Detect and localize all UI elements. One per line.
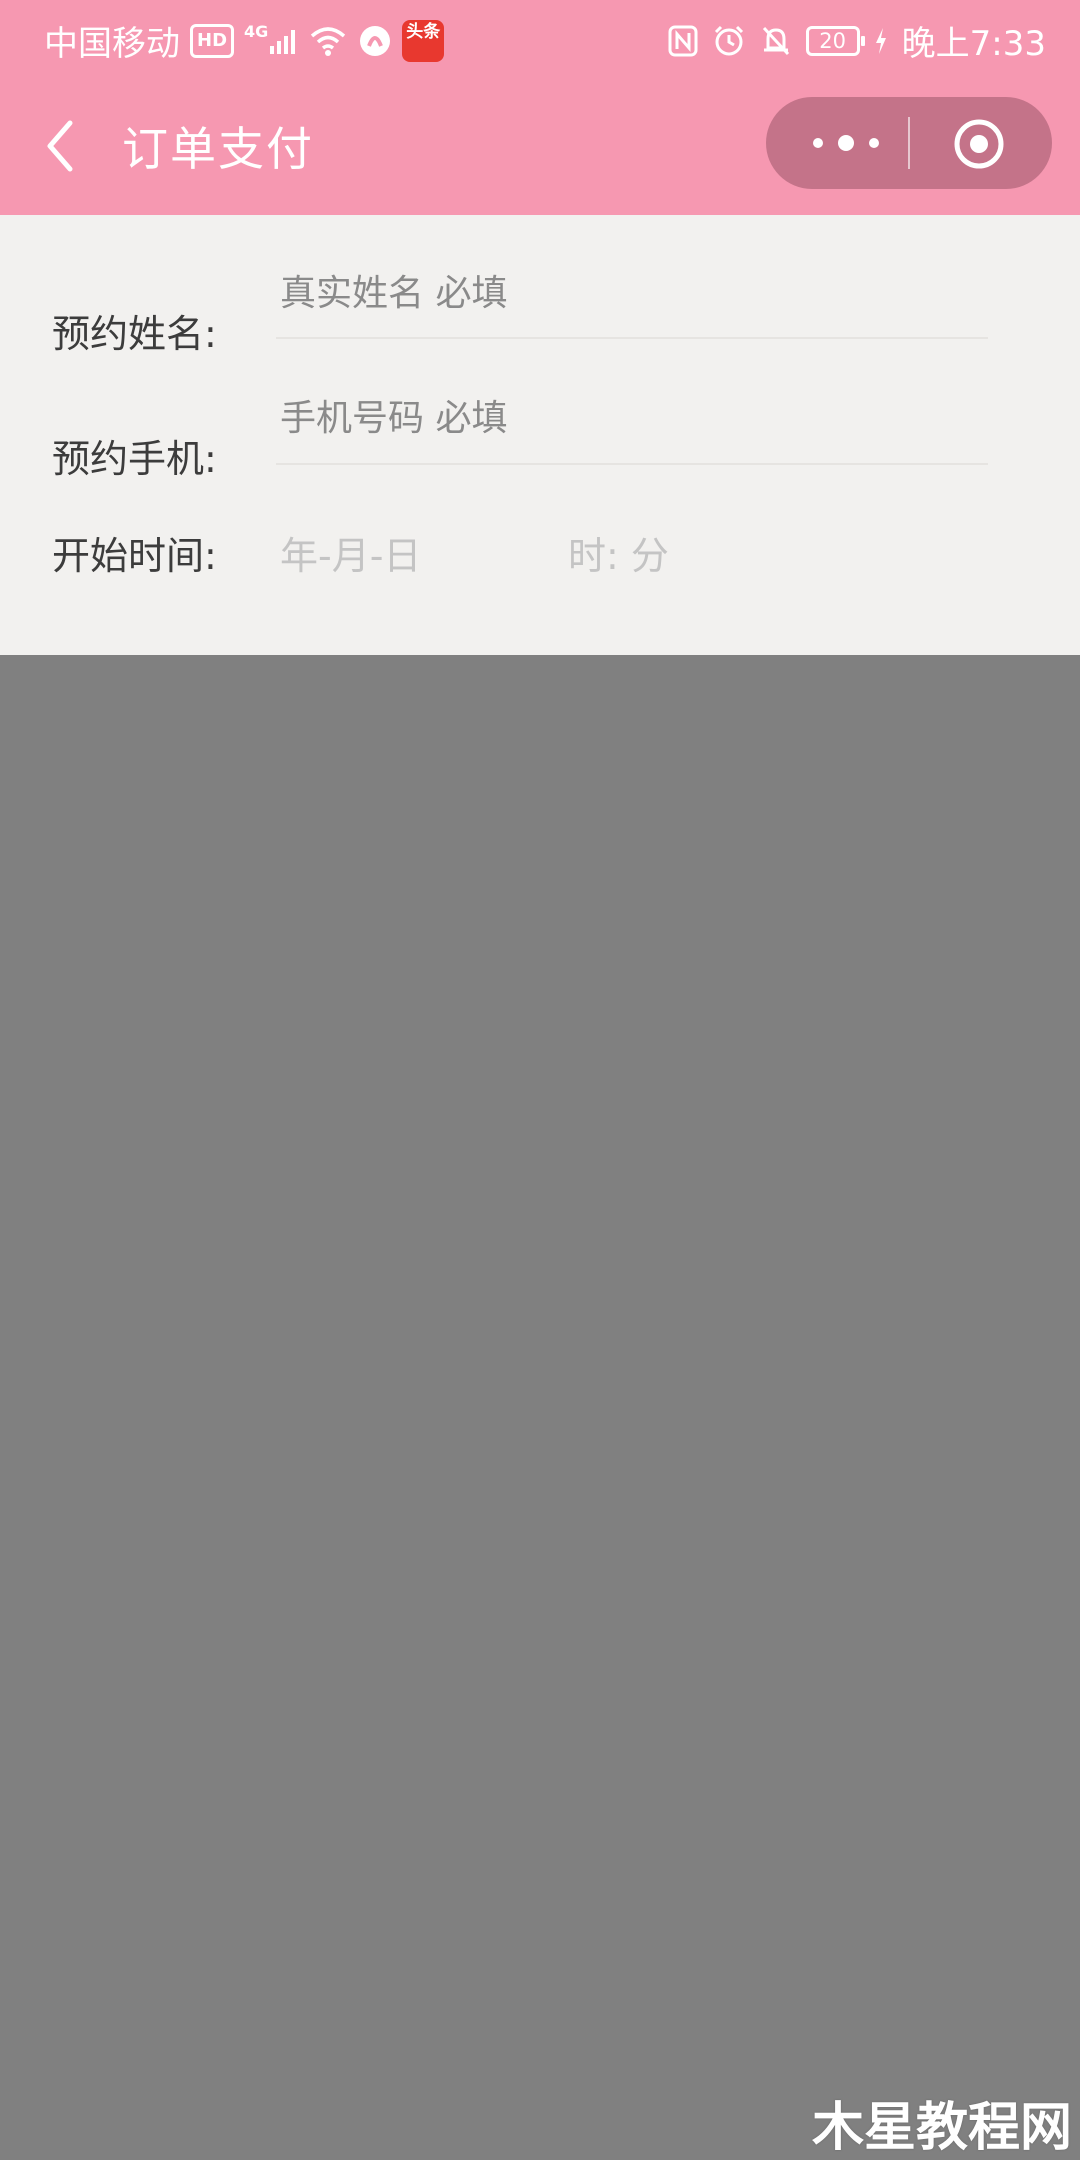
name-input[interactable] <box>276 263 988 323</box>
hd-icon: HD <box>190 23 235 58</box>
battery-icon: 20 <box>805 25 865 56</box>
app-notification-icon <box>358 24 392 58</box>
signal-icon: 4G <box>244 22 298 56</box>
wifi-icon <box>308 26 348 56</box>
status-right: 20 晚上7:33 <box>668 16 1046 65</box>
target-close-icon <box>954 119 1004 169</box>
nfc-icon <box>668 25 698 57</box>
more-dots-icon <box>813 135 879 151</box>
alarm-icon <box>712 24 746 58</box>
name-underline <box>276 337 988 339</box>
nav-bar: 订单支付 <box>0 75 1080 215</box>
network-type: 4G <box>244 22 269 41</box>
mute-bell-icon <box>760 24 792 58</box>
watermark: 木星教程网 <box>811 2098 1072 2158</box>
toutiao-app-icon: 头条 <box>402 19 445 62</box>
chevron-left-icon <box>47 120 73 172</box>
phone-underline <box>276 463 988 465</box>
start-time-label: 开始时间: <box>52 534 217 578</box>
charging-icon <box>874 27 888 55</box>
phone-input[interactable] <box>276 388 988 448</box>
capsule-divider <box>908 117 910 169</box>
capsule-menu <box>766 97 1052 189</box>
close-miniprogram-button[interactable] <box>952 117 1006 171</box>
back-button[interactable] <box>38 109 90 183</box>
page-title: 订单支付 <box>122 122 314 176</box>
more-button[interactable] <box>806 125 886 161</box>
form-edge <box>1056 640 1080 655</box>
status-bar: 中国移动 HD 4G 头条 20 晚上7:33 <box>0 0 1080 75</box>
phone-label: 预约手机: <box>52 437 217 481</box>
status-left: 中国移动 HD 4G 头条 <box>44 16 445 65</box>
name-label: 预约姓名: <box>52 312 217 356</box>
time-picker[interactable]: 时: 分 <box>568 525 669 580</box>
status-time: 晚上7:33 <box>901 24 1046 64</box>
booking-form: 预约姓名: 预约手机: 开始时间: 年-月-日 时: 分 <box>0 215 1080 655</box>
date-picker[interactable]: 年-月-日 <box>280 525 421 580</box>
carrier-name: 中国移动 <box>44 24 180 64</box>
modal-overlay[interactable]: 木星教程网 <box>0 655 1080 2160</box>
